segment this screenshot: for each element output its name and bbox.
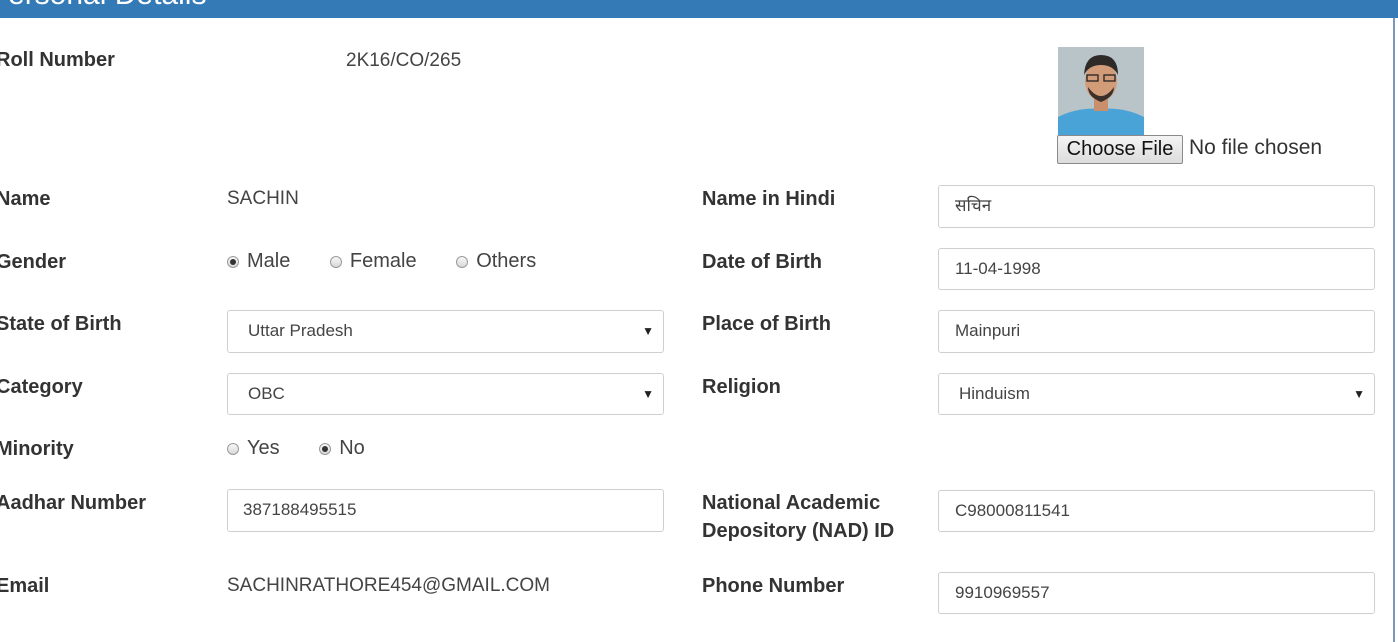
phone-input[interactable]: 9910969557 [938,572,1375,614]
roll-number-label: Roll Number [0,49,115,71]
minority-radio-group: Yes No [227,437,399,461]
dob-label: Date of Birth [702,251,822,273]
state-of-birth-select[interactable]: Uttar Pradesh ▼ [227,310,664,353]
dob-input[interactable]: 11-04-1998 [938,248,1375,290]
email-value: SACHINRATHORE454@GMAIL.COM [227,575,550,596]
name-hindi-input[interactable]: सचिन [938,185,1375,228]
category-select[interactable]: OBC ▼ [227,373,664,415]
radio-checked-icon [227,255,239,268]
minority-yes-radio[interactable]: Yes [227,437,280,460]
dropdown-arrow-icon: ▼ [642,324,654,338]
radio-unchecked-icon [227,442,239,455]
gender-radio-group: Male Female Others [227,250,570,274]
panel-border [1393,18,1395,642]
nad-id-input[interactable]: C98000811541 [938,490,1375,532]
radio-unchecked-icon [329,255,342,268]
phone-label: Phone Number [702,575,845,597]
gender-label: Gender [0,251,67,273]
section-title: Personal Details [0,0,206,12]
name-hindi-label: Name in Hindi [702,188,836,210]
section-header: Personal Details [0,0,1398,18]
radio-unchecked-icon [456,255,469,268]
minority-label: Minority [0,438,74,460]
place-of-birth-input[interactable]: Mainpuri [938,310,1375,353]
dropdown-arrow-icon: ▼ [1353,387,1365,401]
aadhar-input[interactable]: 387188495515 [227,489,664,532]
dropdown-arrow-icon: ▼ [642,387,654,401]
religion-select[interactable]: Hinduism ▼ [938,373,1375,415]
profile-photo [1058,47,1144,135]
aadhar-label: Aadhar Number [0,492,147,514]
name-value: SACHIN [227,188,299,209]
minority-no-radio[interactable]: No [319,437,365,460]
gender-others-radio[interactable]: Others [456,250,536,273]
choose-file-button[interactable]: Choose File [1057,135,1183,164]
state-of-birth-label: State of Birth [0,313,122,335]
category-label: Category [0,376,83,398]
radio-checked-icon [319,442,332,455]
file-status-text: No file chosen [1189,136,1323,159]
email-label: Email [0,575,50,597]
roll-number-value: 2K16/CO/265 [346,50,462,71]
gender-female-radio[interactable]: Female [329,250,417,273]
place-of-birth-label: Place of Birth [702,313,831,335]
nad-id-label: National Academic Depository (NAD) ID [702,492,895,542]
name-label: Name [0,188,51,210]
religion-label: Religion [702,376,781,398]
gender-male-radio[interactable]: Male [227,250,290,273]
